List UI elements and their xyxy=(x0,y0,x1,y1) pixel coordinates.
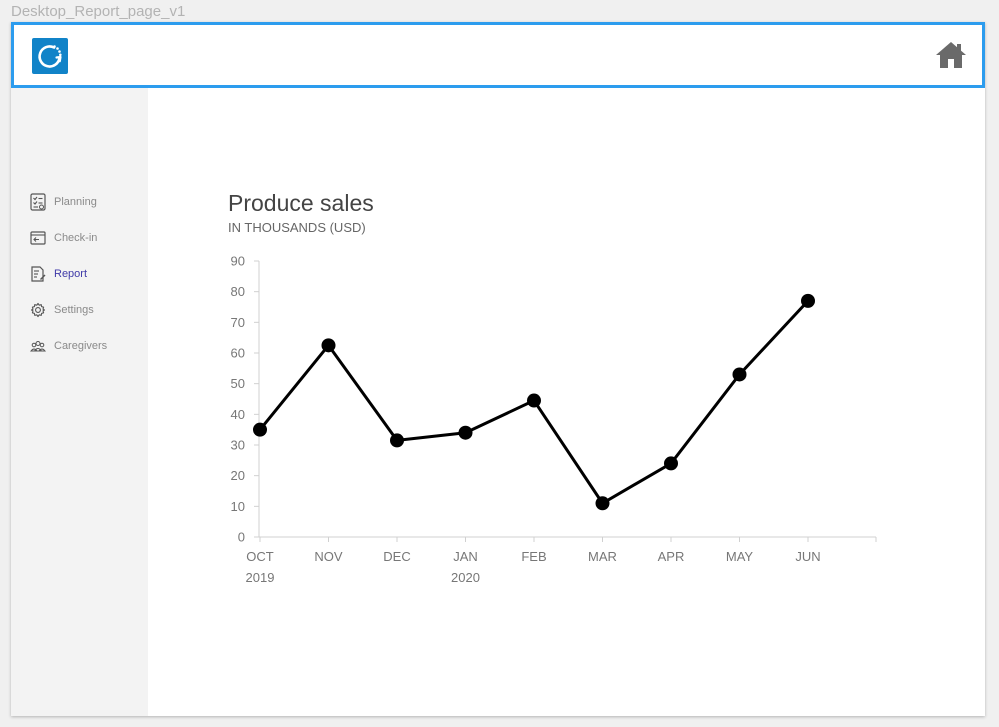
sidebar-item-planning[interactable]: Planning xyxy=(29,184,107,220)
sidebar-item-label: Caregivers xyxy=(54,340,108,352)
y-tick-label: 10 xyxy=(231,499,245,514)
x-tick-sublabel: 2019 xyxy=(246,570,275,585)
x-tick-label: DEC xyxy=(383,549,410,564)
people-icon xyxy=(29,337,47,355)
data-point xyxy=(321,338,336,353)
y-tick-label: 70 xyxy=(231,315,245,330)
data-point xyxy=(732,367,747,382)
data-point xyxy=(390,433,404,448)
x-tick-label: JAN xyxy=(453,549,478,564)
x-tick-label: OCT xyxy=(246,549,274,564)
data-point xyxy=(664,456,678,471)
x-tick-label: MAR xyxy=(588,549,617,564)
app-window: Planning Check-in Report Settings Caregi… xyxy=(11,22,985,716)
y-tick-label: 50 xyxy=(231,376,245,391)
x-tick-label: NOV xyxy=(314,549,343,564)
sidebar-item-report[interactable]: Report xyxy=(29,256,107,292)
checklist-icon xyxy=(29,193,47,211)
login-icon xyxy=(29,229,47,247)
data-point xyxy=(801,293,815,308)
sidebar-item-label: Planning xyxy=(54,196,97,208)
sidebar-item-check-in[interactable]: Check-in xyxy=(29,220,107,256)
y-tick-label: 40 xyxy=(231,407,245,422)
sidebar-item-label: Settings xyxy=(54,304,94,316)
sidebar-item-label: Report xyxy=(54,268,88,280)
x-tick-label: FEB xyxy=(521,549,546,564)
data-point xyxy=(595,496,610,511)
sidebar-item-label: Check-in xyxy=(54,232,98,244)
y-tick-label: 60 xyxy=(231,346,245,361)
x-tick-sublabel: 2020 xyxy=(451,570,480,585)
gear-icon xyxy=(29,301,47,319)
frame-title: Desktop_Report_page_v1 xyxy=(11,3,186,20)
x-tick-label: JUN xyxy=(795,549,820,564)
report-icon xyxy=(29,265,47,283)
main-content: Produce sales IN THOUSANDS (USD) 0 10 20 30… xyxy=(148,88,985,716)
line-chart: 0 10 20 30 40 50 60 70 80 90 OCT 2019 NOV DEC JAN 2020 F… xyxy=(231,254,877,585)
header-bar xyxy=(11,22,985,88)
y-tick-label: 0 xyxy=(238,530,245,545)
sidebar: Planning Check-in Report Settings Caregi… xyxy=(11,88,148,716)
sidebar-item-settings[interactable]: Settings xyxy=(29,292,107,328)
y-tick-label: 20 xyxy=(231,468,245,483)
sidebar-nav: Planning Check-in Report Settings Caregi… xyxy=(29,184,107,364)
refresh-logo-icon[interactable] xyxy=(32,38,68,74)
y-tick-label: 80 xyxy=(231,284,245,299)
x-tick-label: APR xyxy=(658,549,685,564)
home-icon[interactable] xyxy=(934,40,968,70)
sidebar-item-caregivers[interactable]: Caregivers xyxy=(29,328,107,364)
y-tick-label: 30 xyxy=(231,438,245,453)
x-tick-label: MAY xyxy=(726,549,754,564)
data-point xyxy=(253,422,267,437)
data-point xyxy=(458,425,473,440)
y-tick-label: 90 xyxy=(231,254,245,269)
data-point xyxy=(527,393,541,408)
